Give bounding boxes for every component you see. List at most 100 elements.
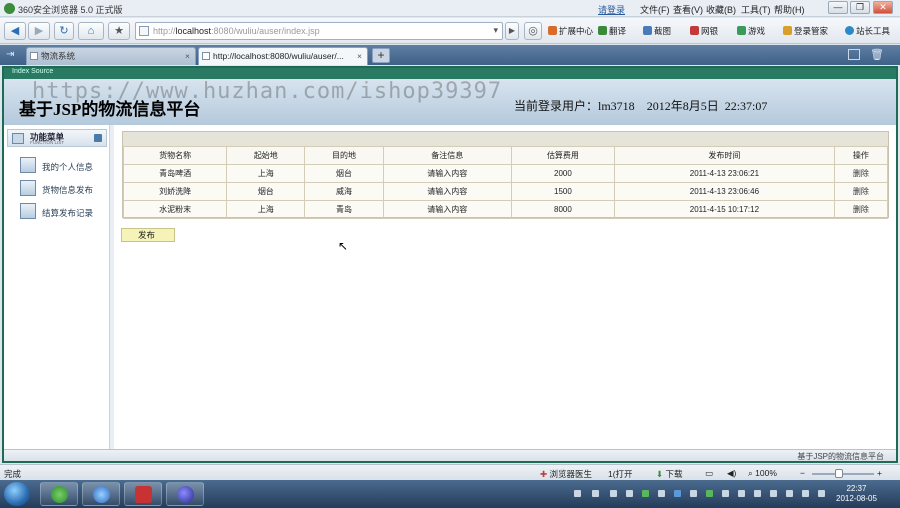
menu-favorites[interactable]: 收藏(B) <box>706 3 736 16</box>
login-info: 当前登录用户：lm3718 2012年8月5日 22:37:07 <box>514 97 767 114</box>
tray-icon[interactable] <box>738 490 745 497</box>
system-clock[interactable]: 22:37 2012-08-05 <box>836 484 877 504</box>
favorite-star-button[interactable]: ★ <box>108 22 130 40</box>
menu-help[interactable]: 帮助(H) <box>774 3 805 16</box>
home-icon: ⌂ <box>87 25 95 37</box>
delete-link[interactable]: 删除 <box>833 182 889 201</box>
home-button[interactable]: ⌂ <box>78 22 104 40</box>
zoom-button[interactable]: ⌕ 100% <box>748 468 777 479</box>
close-tab-icon[interactable]: × <box>185 48 190 64</box>
menu-header: 功能菜单 FUNCTION LIST <box>7 129 107 147</box>
tray-icon[interactable] <box>610 490 617 497</box>
refresh-button[interactable]: ↻ <box>54 22 74 40</box>
zoom-slider[interactable] <box>812 473 874 475</box>
cell-remarks: 请输入内容 <box>382 182 512 201</box>
tool-banking[interactable]: 网银 <box>690 25 718 37</box>
table-row: 刘娇洗降 烟台 威海 请输入内容 1500 2011-4-13 23:06:46… <box>122 182 889 201</box>
cell-remarks: 请输入内容 <box>382 164 512 183</box>
taskbar-app-360[interactable] <box>40 482 78 506</box>
cell-publish-time: 2011-4-15 10:17:12 <box>614 200 835 219</box>
tray-icon[interactable] <box>642 490 649 497</box>
tab-list-icon[interactable] <box>848 49 860 60</box>
site-banner: 基于JSP的物流信息平台 当前登录用户：lm3718 2012年8月5日 22:… <box>4 79 896 125</box>
col-goods-name: 货物名称 <box>122 146 228 165</box>
dropdown-chevron-icon[interactable]: ▾ <box>493 25 498 36</box>
zoom-out-icon[interactable]: − <box>800 468 805 478</box>
col-remarks: 备注信息 <box>382 146 512 165</box>
person-icon <box>20 180 36 196</box>
maximize-button[interactable]: ❐ <box>850 1 870 14</box>
network-icon[interactable] <box>802 490 809 497</box>
tool-translate[interactable]: 翻译 <box>598 25 626 37</box>
tool-games[interactable]: 游戏 <box>737 25 765 37</box>
speaker-icon[interactable]: ◀) <box>727 468 736 479</box>
go-button[interactable]: ▶ <box>505 22 519 40</box>
tray-icon[interactable] <box>722 490 729 497</box>
tray-icon[interactable] <box>690 490 697 497</box>
cell-origin: 烟台 <box>226 182 306 201</box>
tray-icon[interactable] <box>658 490 665 497</box>
collapse-icon[interactable] <box>94 134 102 142</box>
delete-link[interactable]: 删除 <box>833 164 889 183</box>
tray-icon[interactable] <box>674 490 681 497</box>
back-button[interactable]: ◀ <box>4 22 26 40</box>
tray-icon[interactable] <box>592 490 599 497</box>
tray-icon[interactable] <box>626 490 633 497</box>
tray-icon[interactable] <box>574 490 581 497</box>
col-estimated-cost: 估算费用 <box>510 146 616 165</box>
browser-doctor-button[interactable]: ✚ 浏览器医生 <box>540 468 592 480</box>
taskbar-app-eclipse[interactable] <box>166 482 204 506</box>
download-button[interactable]: ⬇ 下载 <box>656 468 683 480</box>
sidebar-toggle-icon[interactable]: ⇥ <box>6 49 14 60</box>
taskbar-app-red[interactable] <box>124 482 162 506</box>
close-window-button[interactable]: ✕ <box>873 1 893 14</box>
minimize-button[interactable]: — <box>828 1 848 14</box>
tab-logistics[interactable]: 物流系统 × <box>26 47 196 65</box>
volume-icon[interactable] <box>818 490 825 497</box>
tray-icon[interactable] <box>706 490 713 497</box>
tool-extensions[interactable]: 扩展中心 <box>548 25 593 37</box>
function-menu: 功能菜单 FUNCTION LIST 我的个人信息 货物信息发布 结算发布记录 <box>4 125 110 449</box>
start-button[interactable] <box>4 482 30 506</box>
tray-icon[interactable] <box>786 490 793 497</box>
tool-webmaster[interactable]: 站长工具 <box>845 25 890 37</box>
extensions-icon <box>548 26 557 35</box>
trash-icon[interactable]: 🗑 <box>870 48 884 61</box>
forward-arrow-icon: ▶ <box>34 25 44 37</box>
tab-current[interactable]: http://localhost:8080/wuliu/auser/... × <box>198 47 368 65</box>
address-bar[interactable]: http://localhost:8080/wuliu/auser/index.… <box>135 22 503 40</box>
login-link[interactable]: 请登录 <box>598 3 625 16</box>
cell-estimated-cost: 1500 <box>510 182 616 201</box>
calendar-icon <box>12 133 24 144</box>
tray-icon[interactable] <box>754 490 761 497</box>
menu-tools[interactable]: 工具(T) <box>741 3 771 16</box>
frame-title: Index Source <box>12 68 54 75</box>
tool-login-manager[interactable]: 登录管家 <box>783 25 828 37</box>
open-count-button[interactable]: 1(打开 <box>608 468 633 480</box>
publish-button[interactable]: 发布 <box>121 228 175 242</box>
cell-estimated-cost: 8000 <box>510 200 616 219</box>
zoom-slider-handle[interactable] <box>835 469 843 478</box>
cell-destination: 威海 <box>304 182 384 201</box>
page-footer: 基于JSP的物流信息平台 <box>4 449 896 461</box>
menu-file[interactable]: 文件(F) <box>640 3 670 16</box>
flag-icon[interactable] <box>770 490 777 497</box>
zoom-in-icon[interactable]: + <box>877 468 882 478</box>
col-actions: 操作 <box>833 146 889 165</box>
login-user: lm3718 <box>598 99 635 113</box>
delete-link[interactable]: 删除 <box>833 200 889 219</box>
new-tab-button[interactable]: + <box>372 48 390 63</box>
page-favicon-icon <box>139 26 149 36</box>
col-publish-time: 发布时间 <box>614 146 835 165</box>
screen-icon[interactable]: ▭ <box>705 468 713 479</box>
tool-screenshot[interactable]: 截图 <box>643 25 671 37</box>
forward-button[interactable]: ▶ <box>28 22 50 40</box>
close-tab-icon[interactable]: × <box>357 48 362 64</box>
bank-icon <box>690 26 699 35</box>
menu-view[interactable]: 查看(V) <box>673 3 703 16</box>
security-button[interactable]: ◎ <box>524 22 542 40</box>
taskbar-app-ie[interactable] <box>82 482 120 506</box>
clock-date: 2012-08-05 <box>836 494 877 503</box>
page-frame: Index Source 基于JSP的物流信息平台 当前登录用户：lm3718 … <box>2 66 898 463</box>
footer-text: 基于JSP的物流信息平台 <box>797 452 884 461</box>
